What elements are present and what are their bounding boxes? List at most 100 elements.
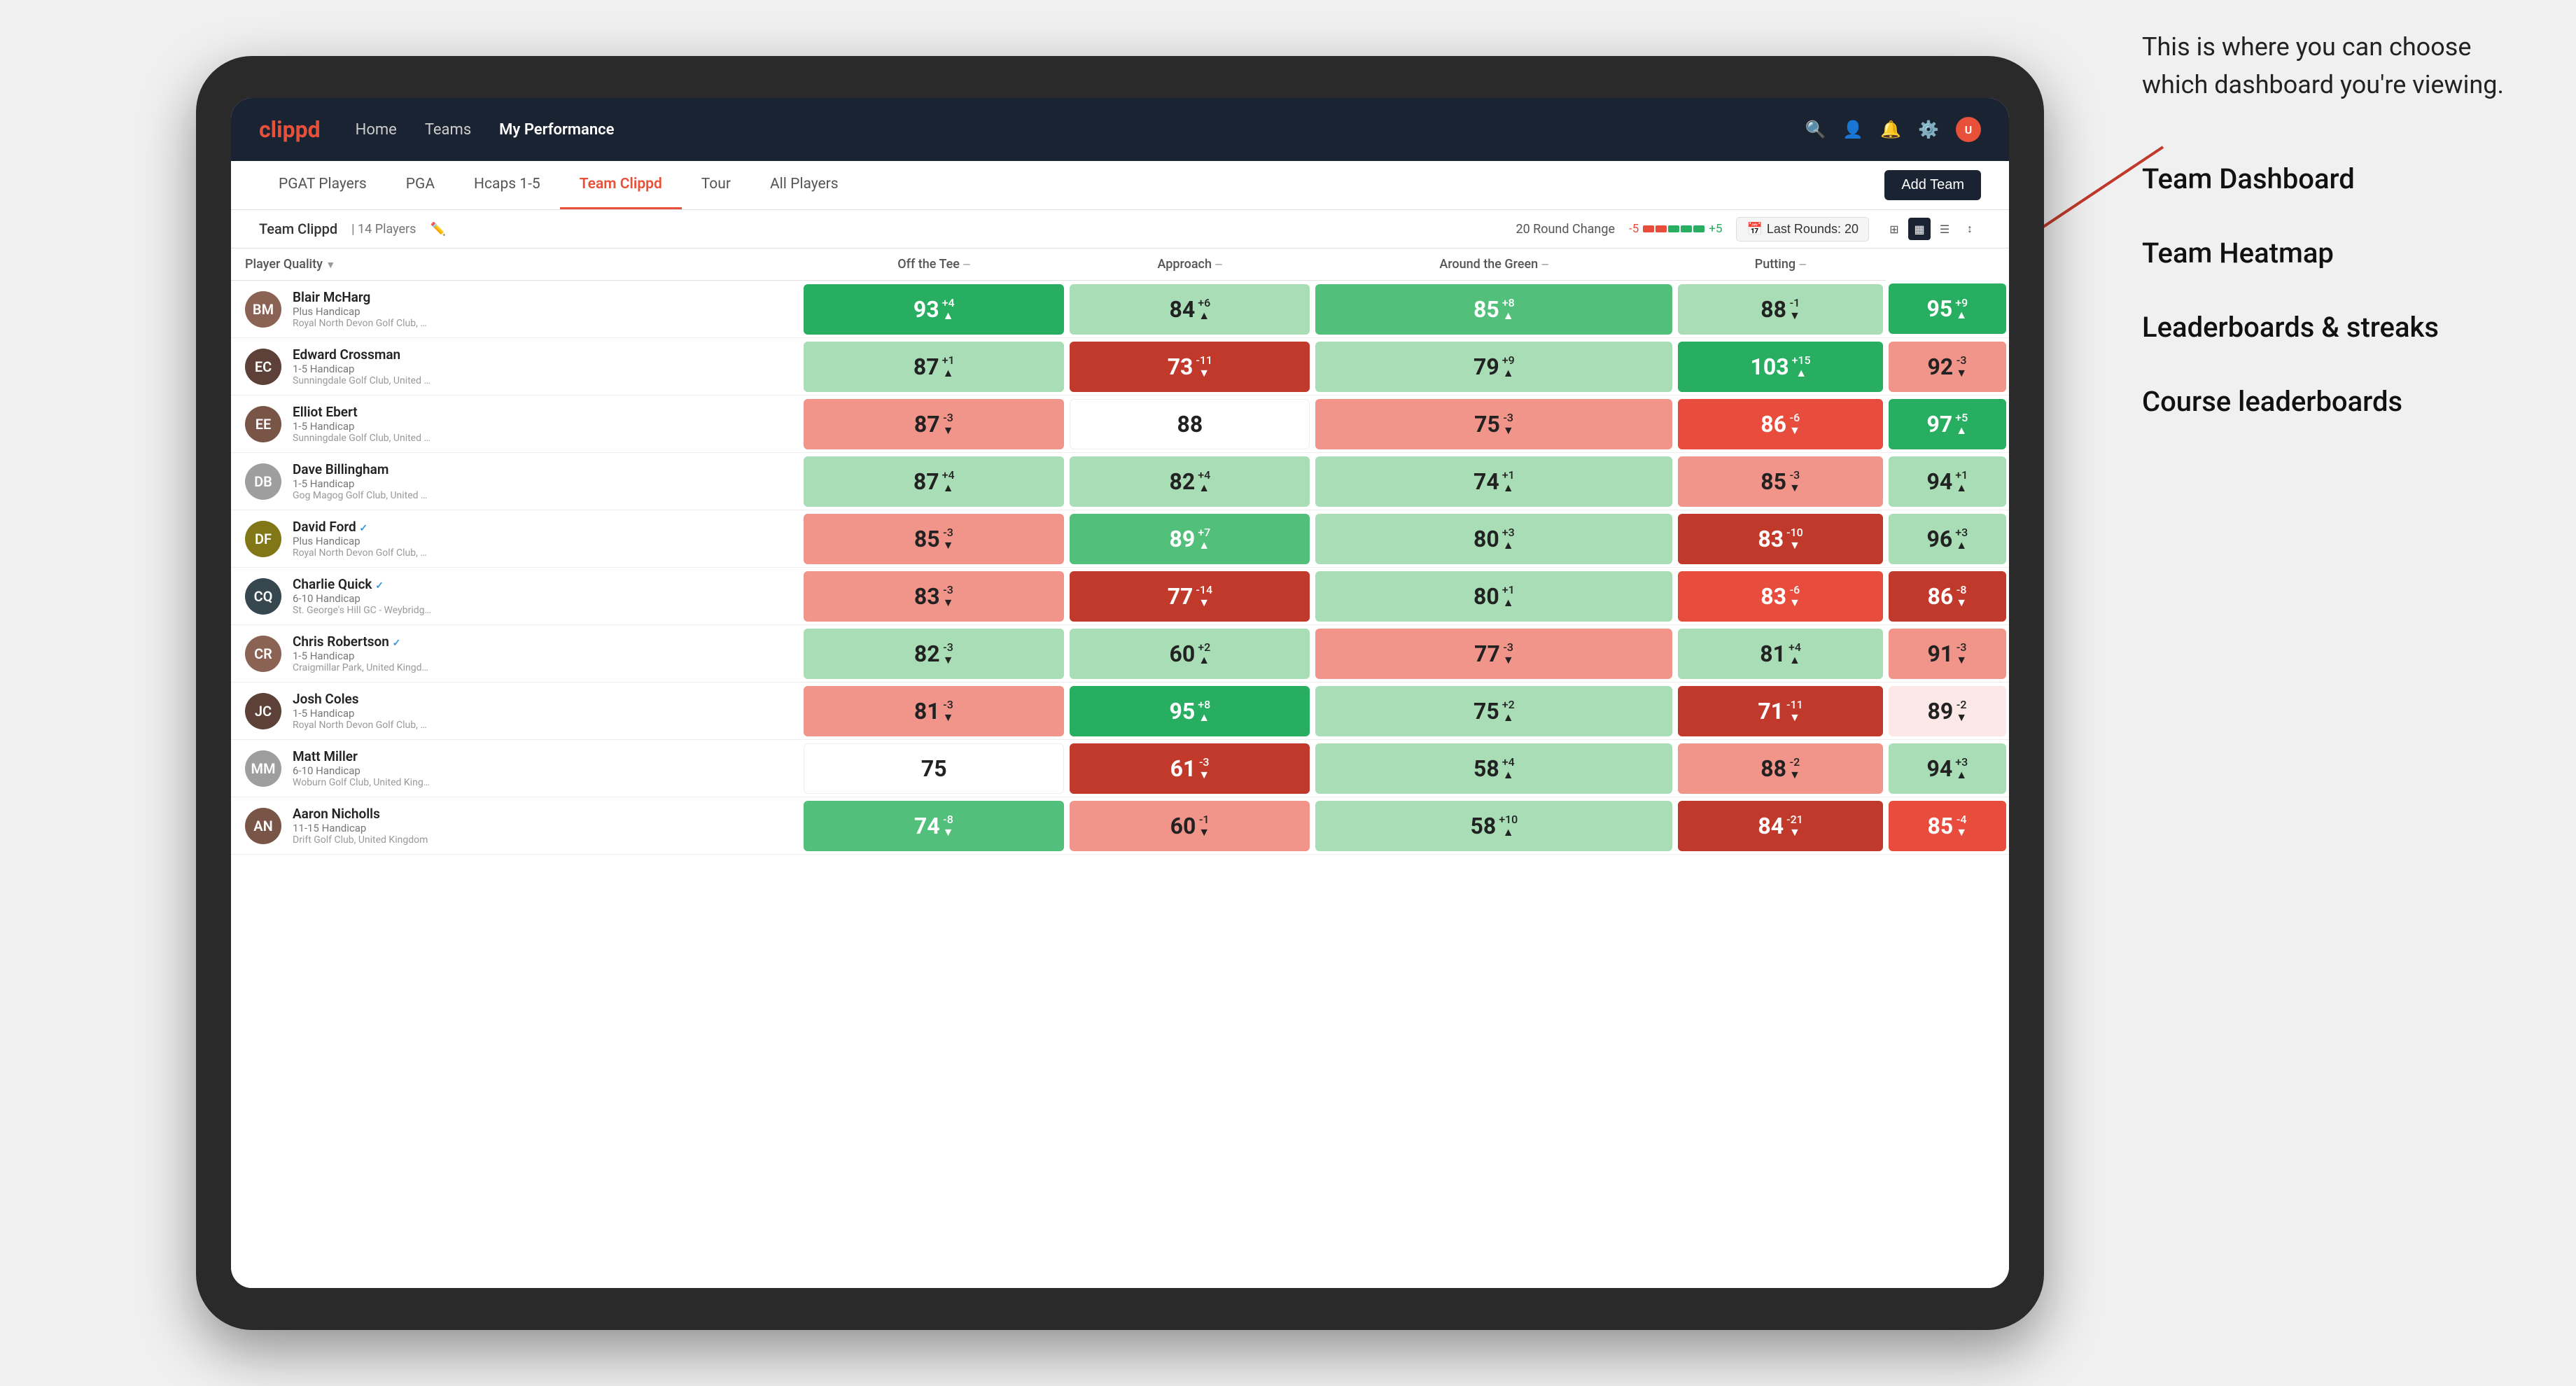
metric-value: 74: [914, 813, 940, 839]
metric-box: 77 -3▼: [1315, 629, 1672, 679]
metric-off-tee: 77 -14▼: [1067, 568, 1312, 625]
search-icon[interactable]: 🔍: [1805, 120, 1826, 139]
table-row[interactable]: BM Blair McHarg Plus Handicap Royal Nort…: [231, 281, 2009, 338]
verified-icon: ✓: [375, 580, 384, 592]
metric-putting: 96 +3▲: [1886, 510, 2009, 568]
metric-around-green: 83 -10▼: [1675, 510, 1885, 568]
metric-box: 88 -1▼: [1678, 284, 1882, 335]
metric-box: 85 +8▲: [1315, 284, 1672, 335]
metric-change: -6▼: [1789, 412, 1800, 436]
metric-change: +7▲: [1198, 526, 1210, 551]
table-row[interactable]: AN Aaron Nicholls 11-15 Handicap Drift G…: [231, 797, 2009, 855]
metric-off-tee: 84 +6▲: [1067, 281, 1312, 338]
table-row[interactable]: CQ Charlie Quick ✓ 6-10 Handicap St. Geo…: [231, 568, 2009, 625]
metric-around-green: 81 +4▲: [1675, 625, 1885, 682]
metric-player-quality: 81 -3▼: [801, 682, 1068, 740]
table-row[interactable]: JC Josh Coles 1-5 Handicap Royal North D…: [231, 682, 2009, 740]
metric-box: 79 +9▲: [1315, 342, 1672, 392]
annotation-intro-text: This is where you can choose which dashb…: [2142, 28, 2534, 104]
col-header-approach: Approach —: [1067, 248, 1312, 281]
annotation-item-3: Leaderboards & streaks: [2142, 308, 2534, 347]
metric-player-quality: 83 -3▼: [801, 568, 1068, 625]
metric-box: 89 -2▼: [1889, 686, 2006, 736]
metric-value: 83: [1758, 526, 1784, 552]
view-list-icon[interactable]: ☰: [1933, 218, 1956, 240]
metric-value: 85: [914, 526, 940, 552]
tab-pga[interactable]: PGA: [386, 161, 454, 209]
tab-pgat-players[interactable]: PGAT Players: [259, 161, 386, 209]
metric-off-tee: 61 -3▼: [1067, 740, 1312, 797]
metric-box: 74 -8▼: [804, 801, 1065, 851]
table-row[interactable]: CR Chris Robertson ✓ 1-5 Handicap Craigm…: [231, 625, 2009, 682]
settings-icon[interactable]: ⚙️: [1918, 120, 1939, 139]
metric-change: -11▼: [1786, 699, 1803, 723]
metric-putting: 97 +5▲: [1886, 396, 2009, 453]
metric-box: 92 -3▼: [1889, 342, 2006, 392]
metric-approach: 75 -3▼: [1312, 396, 1675, 453]
profile-icon[interactable]: 👤: [1842, 120, 1863, 139]
metric-value: 73: [1168, 354, 1194, 380]
metric-value: 80: [1474, 526, 1499, 552]
metric-box: 74 +1▲: [1315, 456, 1672, 507]
metric-box: 82 +4▲: [1070, 456, 1310, 507]
metric-change: -1▼: [1789, 297, 1800, 321]
metric-box: 87 +4▲: [804, 456, 1065, 507]
nav-icons: 🔍 👤 🔔 ⚙️ U: [1805, 117, 1981, 142]
metric-box: 73 -11▼: [1070, 342, 1310, 392]
metric-change: +3▲: [1955, 756, 1968, 780]
table-row[interactable]: EC Edward Crossman 1-5 Handicap Sunningd…: [231, 338, 2009, 396]
metric-value: 88: [1760, 296, 1786, 323]
tab-hcaps[interactable]: Hcaps 1-5: [454, 161, 560, 209]
player-name: Edward Crossman: [293, 346, 433, 363]
calendar-icon: 📅: [1746, 222, 1762, 237]
metric-change: +2▲: [1198, 641, 1210, 666]
metric-value: 83: [914, 583, 940, 610]
metric-change: +1▲: [1955, 469, 1968, 493]
player-avatar: DF: [245, 521, 281, 557]
metric-box: 80 +1▲: [1315, 571, 1672, 622]
metric-around-green: 88 -1▼: [1675, 281, 1885, 338]
table-row[interactable]: DF David Ford ✓ Plus Handicap Royal Nort…: [231, 510, 2009, 568]
table-row[interactable]: DB Dave Billingham 1-5 Handicap Gog Mago…: [231, 453, 2009, 510]
player-cell: EC Edward Crossman 1-5 Handicap Sunningd…: [231, 338, 801, 396]
team-header-right: 20 Round Change -5 +5 📅 Last Rounds: 20: [1516, 217, 1981, 241]
metric-change: -11▼: [1196, 354, 1212, 379]
player-club: St. George's Hill GC - Weybridge - Surre…: [293, 605, 433, 616]
metric-box: 81 -3▼: [804, 686, 1065, 736]
nav-link-teams[interactable]: Teams: [425, 121, 471, 139]
metric-value: 95: [1926, 295, 1952, 322]
nav-link-myperformance[interactable]: My Performance: [499, 121, 614, 139]
table-row[interactable]: EE Elliot Ebert 1-5 Handicap Sunningdale…: [231, 396, 2009, 453]
metric-approach: 58 +10▲: [1312, 797, 1675, 855]
table-row[interactable]: MM Matt Miller 6-10 Handicap Woburn Golf…: [231, 740, 2009, 797]
metric-value: 81: [914, 698, 940, 724]
user-avatar[interactable]: U: [1956, 117, 1981, 142]
metric-change: -3▼: [1789, 469, 1800, 493]
col-header-player: Player Quality ▼: [231, 248, 801, 281]
metric-box: 58 +10▲: [1315, 801, 1672, 851]
metric-value: 82: [914, 640, 940, 667]
last-rounds-button[interactable]: 📅 Last Rounds: 20: [1736, 217, 1869, 241]
edit-icon[interactable]: ✏️: [430, 222, 445, 237]
metric-change: +5▲: [1955, 412, 1968, 436]
player-club: Gog Magog Golf Club, United Kingdom: [293, 490, 433, 501]
metric-value: 89: [1170, 526, 1196, 552]
metric-putting: 89 -2▼: [1886, 682, 2009, 740]
metric-box: 97 +5▲: [1889, 399, 2006, 449]
view-sort-icon[interactable]: ↕: [1959, 218, 1981, 240]
tab-tour[interactable]: Tour: [682, 161, 750, 209]
bell-icon[interactable]: 🔔: [1880, 120, 1901, 139]
nav-link-home[interactable]: Home: [356, 121, 397, 139]
tab-team-clippd[interactable]: Team Clippd: [560, 161, 682, 209]
player-cell: MM Matt Miller 6-10 Handicap Woburn Golf…: [231, 740, 801, 797]
metric-around-green: 103 +15▲: [1675, 338, 1885, 396]
view-grid-icon[interactable]: ⊞: [1883, 218, 1905, 240]
metric-value: 71: [1758, 698, 1784, 724]
annotation-item-4: Course leaderboards: [2142, 382, 2534, 421]
annotation-list: Team Dashboard Team Heatmap Leaderboards…: [2142, 160, 2534, 421]
view-heatmap-icon[interactable]: ▦: [1908, 218, 1931, 240]
player-cell: CQ Charlie Quick ✓ 6-10 Handicap St. Geo…: [231, 568, 801, 625]
metric-value: 77: [1474, 640, 1500, 667]
add-team-button[interactable]: Add Team: [1884, 170, 1981, 200]
tab-all-players[interactable]: All Players: [750, 161, 858, 209]
